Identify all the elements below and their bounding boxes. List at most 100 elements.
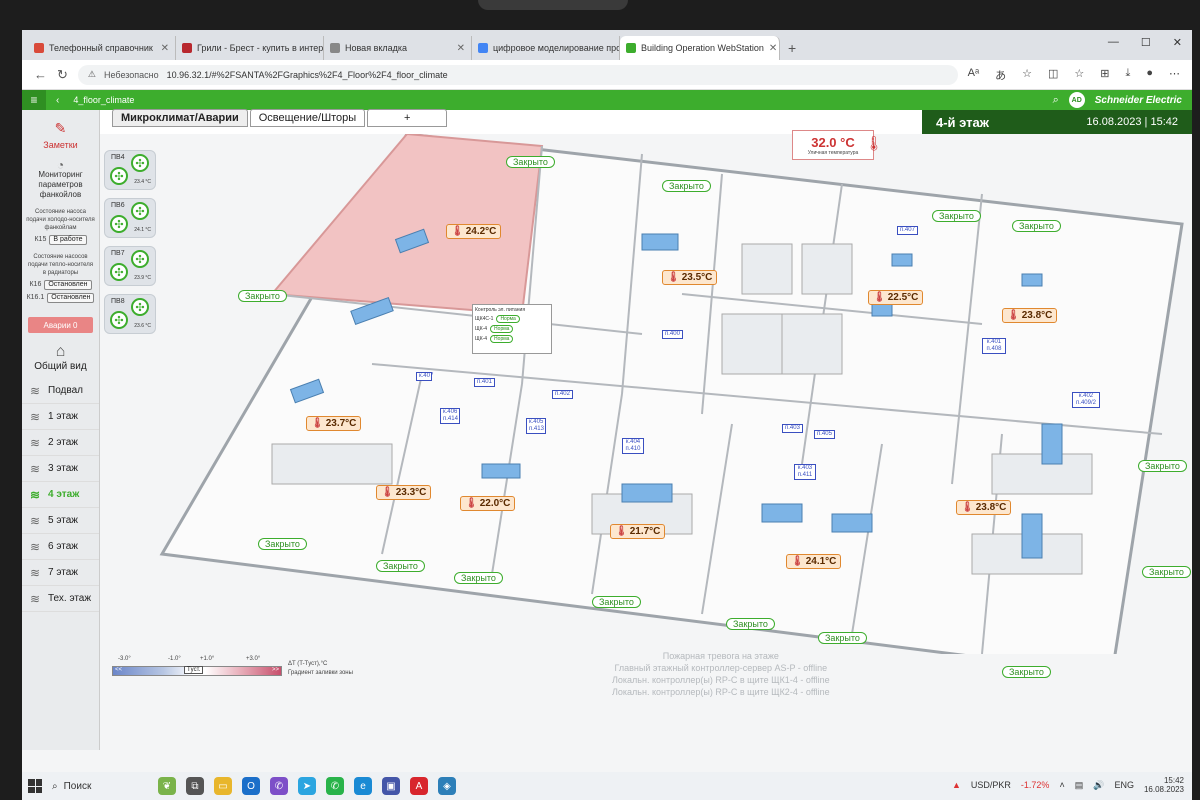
alarms-button[interactable]: Аварии 0 [28, 317, 93, 333]
room-tag[interactable]: к.402 п.409/2 [1072, 392, 1100, 408]
back-icon[interactable]: ← [34, 67, 47, 82]
taskbar-clock[interactable]: 15:42 16.08.2023 [1144, 776, 1184, 794]
room-tag[interactable]: к.401 п.408 [982, 338, 1006, 354]
chevron-left-icon[interactable]: ‹ [56, 95, 59, 106]
minimize-icon[interactable]: — [1108, 36, 1119, 49]
tab-lighting[interactable]: Освещение/Шторы [249, 109, 366, 127]
telegram-icon[interactable]: ➤ [298, 777, 316, 795]
room-tag[interactable]: п.405 [814, 430, 835, 439]
fancoil-monitoring-link[interactable]: ◔ Мониторинг параметров фанкойлов [22, 159, 99, 200]
room-tag[interactable]: к.407 [416, 372, 433, 381]
hamburger-menu-icon[interactable]: ≡ [22, 90, 46, 110]
window-status[interactable]: Закрыто [1012, 220, 1061, 232]
floor-item[interactable]: ≋ 6 этаж [22, 534, 99, 560]
browser-tab[interactable]: Телефонный справочник ✕ [28, 36, 176, 60]
close-window-icon[interactable]: ✕ [1173, 36, 1182, 49]
save-icon[interactable]: ▣ [382, 777, 400, 795]
volume-icon[interactable]: 🔊 [1093, 780, 1104, 791]
window-status[interactable]: Закрыто [818, 632, 867, 644]
search-icon[interactable]: ⌕ [1053, 94, 1059, 107]
floor-item[interactable]: ≋ Тех. этаж [22, 586, 99, 612]
zone-temperature[interactable]: 🌡 22.5°C [868, 290, 924, 305]
zone-temperature[interactable]: 🌡 23.7°C [306, 416, 362, 431]
floor-item[interactable]: ≋ 1 этаж [22, 404, 99, 430]
room-tag[interactable]: п.402 [552, 390, 573, 399]
window-status[interactable]: Закрыто [506, 156, 555, 168]
chevron-up-icon[interactable]: ˄ [1059, 780, 1064, 790]
room-tag[interactable]: п.401 [474, 378, 495, 387]
room-tag[interactable]: к.403 п.411 [794, 464, 816, 480]
floor-item[interactable]: ≋ Подвал [22, 378, 99, 404]
new-tab-button[interactable]: + [780, 40, 804, 60]
window-status[interactable]: Закрыто [1142, 566, 1191, 578]
window-status[interactable]: Закрыто [1002, 666, 1051, 678]
read-aloud-icon[interactable]: Aᵃ [968, 67, 979, 83]
browser-tab[interactable]: цифровое моделирование про✕ [472, 36, 620, 60]
taskbar-search[interactable]: ⌕ Поиск [52, 781, 148, 792]
task-view-icon[interactable]: ⧉ [186, 777, 204, 795]
zone-temperature[interactable]: 🌡 21.7°C [610, 524, 666, 539]
notes-button[interactable]: ✎ Заметки [22, 110, 99, 150]
window-status[interactable]: Закрыто [932, 210, 981, 222]
window-status[interactable]: Закрыто [662, 180, 711, 192]
zone-temperature[interactable]: 🌡 23.3°C [376, 485, 432, 500]
translate-icon[interactable]: あ [995, 67, 1006, 83]
tab-microclimate[interactable]: Микроклимат/Аварии [112, 109, 248, 127]
window-status[interactable]: Закрыто [726, 618, 775, 630]
window-status[interactable]: Закрыто [238, 290, 287, 302]
zone-temperature[interactable]: 🌡 24.1°C [786, 554, 842, 569]
floor-item-active[interactable]: ≋ 4 этаж [22, 482, 99, 508]
window-status[interactable]: Закрыто [1138, 460, 1187, 472]
profile-icon[interactable]: ● [1146, 67, 1153, 83]
split-screen-icon[interactable]: ◫ [1048, 67, 1058, 83]
window-status[interactable]: Закрыто [376, 560, 425, 572]
window-status[interactable]: Закрыто [454, 572, 503, 584]
app-icon[interactable]: ◈ [438, 777, 456, 795]
room-tag[interactable]: к.406 п.414 [440, 408, 460, 424]
floor-item[interactable]: ≋ 2 этаж [22, 430, 99, 456]
zone-temperature[interactable]: 🌡 23.8°C [1002, 308, 1058, 323]
window-status[interactable]: Закрыто [258, 538, 307, 550]
viber-icon[interactable]: ✆ [270, 777, 288, 795]
floor-item[interactable]: ≋ 3 этаж [22, 456, 99, 482]
favorite-star-icon[interactable]: ☆ [1022, 67, 1032, 83]
whatsapp-icon[interactable]: ✆ [326, 777, 344, 795]
power-control-panel[interactable]: Контроль эл. питания ЩК4С-1 Норма ЩК-4 Нор… [472, 304, 552, 354]
download-icon[interactable]: ⤓ [1125, 67, 1130, 83]
browser-tab[interactable]: Новая вкладка ✕ [324, 36, 472, 60]
room-tag[interactable]: п.400 [662, 330, 683, 339]
network-icon[interactable]: ▤ [1075, 780, 1084, 791]
favorites-icon[interactable]: ☆ [1074, 67, 1084, 83]
overview-button[interactable]: ⌂ Общий вид [22, 343, 99, 372]
room-tag[interactable]: п.403 [782, 424, 803, 433]
close-icon[interactable]: ✕ [457, 43, 465, 54]
floor-item[interactable]: ≋ 7 этаж [22, 560, 99, 586]
close-icon[interactable]: ✕ [161, 43, 169, 54]
url-field[interactable]: ⚠ Небезопасно 10.96.32.1/#%2FSANTA%2FGra… [77, 64, 958, 85]
tab-add[interactable]: + [367, 109, 448, 127]
avatar[interactable]: AD [1068, 92, 1085, 108]
file-explorer-icon[interactable]: ▭ [214, 777, 232, 795]
menu-dots-icon[interactable]: ⋯ [1169, 67, 1180, 83]
zone-temperature[interactable]: 🌡 23.5°C [662, 270, 718, 285]
widget-icon[interactable]: ❦ [158, 777, 176, 795]
outlook-icon[interactable]: O [242, 777, 260, 795]
language-indicator[interactable]: ENG [1114, 780, 1134, 790]
zone-temperature[interactable]: 🌡 24.2°C [446, 224, 502, 239]
room-tag[interactable]: п.407 [897, 226, 918, 235]
acrobat-icon[interactable]: A [410, 777, 428, 795]
window-status[interactable]: Закрыто [592, 596, 641, 608]
room-tag[interactable]: к.405 п.413 [526, 418, 546, 434]
browser-tab[interactable]: Грили - Брест - купить в интерн✕ [176, 36, 324, 60]
maximize-icon[interactable]: ☐ [1141, 36, 1151, 49]
zone-temperature[interactable]: 🌡 22.0°C [460, 496, 516, 511]
reload-icon[interactable]: ↻ [57, 67, 68, 83]
zone-temperature[interactable]: 🌡 23.8°C [956, 500, 1012, 515]
windows-start-icon[interactable] [28, 779, 42, 793]
edge-icon[interactable]: e [354, 777, 372, 795]
room-tag[interactable]: к.404 п.410 [622, 438, 644, 454]
collections-icon[interactable]: ⊞ [1100, 67, 1109, 83]
currency-pair[interactable]: USD/PKR [971, 780, 1011, 790]
floor-item[interactable]: ≋ 5 этаж [22, 508, 99, 534]
close-icon[interactable]: ✕ [769, 43, 777, 54]
